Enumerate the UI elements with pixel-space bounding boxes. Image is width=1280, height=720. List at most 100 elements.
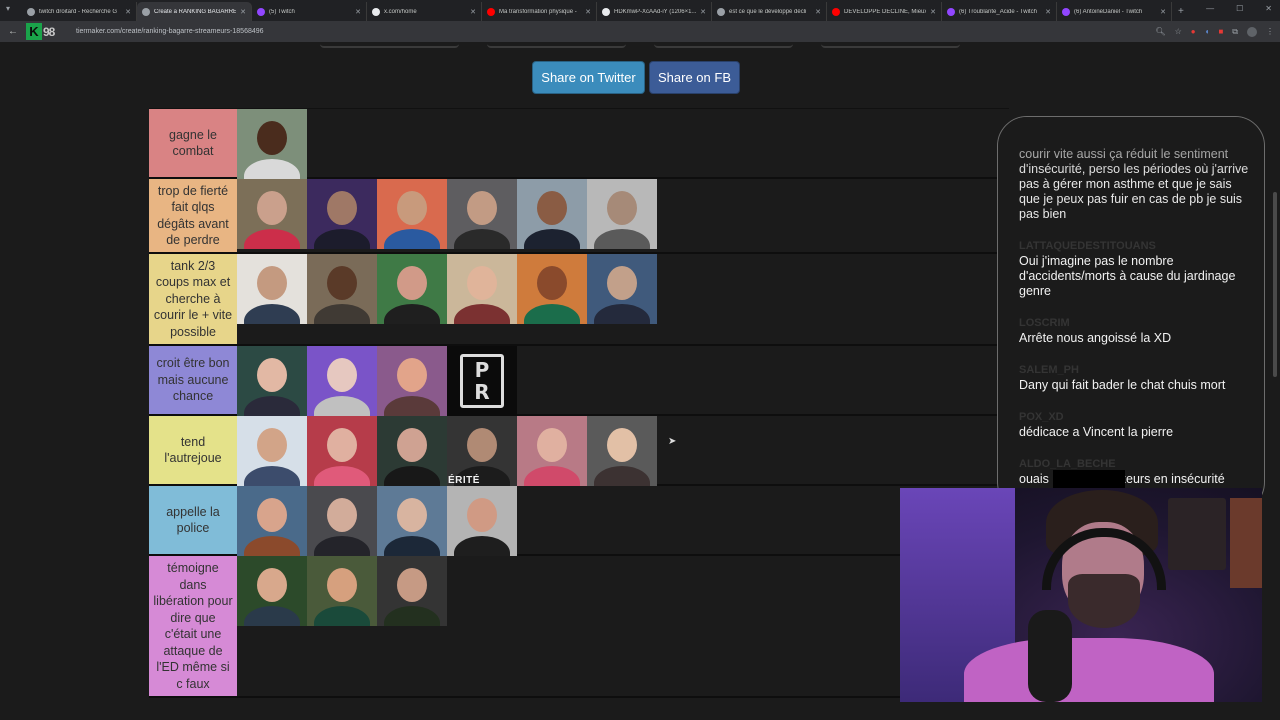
browser-tab[interactable]: Ma transformation physique - ✕ xyxy=(482,2,597,21)
chat-message: LOSCRIM Arrête nous angoissé la XD xyxy=(1019,317,1250,346)
tier-item-image[interactable] xyxy=(447,486,517,556)
chat-message: LATTAQUEDESTITOUANS Oui j'imagine pas le … xyxy=(1019,240,1250,299)
tab-favicon-icon xyxy=(142,7,150,16)
tab-close-icon[interactable]: ✕ xyxy=(240,8,246,16)
tier-item-image[interactable] xyxy=(377,254,447,324)
maximize-icon[interactable]: ☐ xyxy=(1236,4,1243,13)
tier-item-image[interactable] xyxy=(587,179,657,249)
browser-tab[interactable]: Create a RANKING BAGARRE ✕ xyxy=(137,2,252,21)
back-arrow-icon[interactable]: ← xyxy=(6,26,20,37)
tab-close-icon[interactable]: ✕ xyxy=(585,8,591,16)
tier-item-image[interactable] xyxy=(587,254,657,324)
tier-item-image[interactable] xyxy=(237,486,307,556)
bookmark-star-icon[interactable]: ☆ xyxy=(1175,27,1182,36)
portrait-body xyxy=(454,229,510,249)
chat-text: Dany qui fait bader le chat chuis mort xyxy=(1019,378,1226,392)
new-tab-button[interactable]: + xyxy=(1172,2,1190,21)
tab-close-icon[interactable]: ✕ xyxy=(930,8,936,16)
tab-search-icon[interactable]: ▾ xyxy=(6,4,16,14)
portrait-head xyxy=(607,428,637,462)
profile-avatar[interactable] xyxy=(1247,26,1257,37)
tier-label[interactable]: témoigne dans libération pour dire que c… xyxy=(149,556,237,696)
tier-item-image[interactable] xyxy=(237,109,307,179)
tier-item-image[interactable] xyxy=(447,254,517,324)
browser-tab[interactable]: (6) Troublante_Acide - Twitch ✕ xyxy=(942,2,1057,21)
zoom-icon[interactable]: 🔍︎ xyxy=(1155,27,1165,36)
tier-item-image[interactable] xyxy=(377,486,447,556)
chat-text: Arrête nous angoissé la XD xyxy=(1019,331,1172,345)
tab-title: x.com/home xyxy=(384,8,417,15)
tier-label[interactable]: trop de fierté fait qlqs dégâts avant de… xyxy=(149,179,237,252)
tier-item-image[interactable] xyxy=(237,556,307,626)
browser-tab[interactable]: DÉVELOPPÉ DÉCLINÉ, Mieux... ✕ xyxy=(827,2,942,21)
tier-item-image[interactable] xyxy=(307,416,377,486)
browser-tab[interactable]: twitch droitard - Recherche G ✕ xyxy=(22,2,137,21)
chat-fade xyxy=(998,117,1264,173)
tier-label[interactable]: tend l'autrejoue xyxy=(149,416,237,484)
tier-item-image[interactable] xyxy=(307,254,377,324)
tier-label[interactable]: gagne le combat xyxy=(149,109,237,177)
tier-item-image[interactable] xyxy=(377,179,447,249)
tier-item-image[interactable] xyxy=(517,179,587,249)
url-field[interactable]: tiermaker.com/create/ranking-bagarre-str… xyxy=(76,28,1149,35)
browser-tab[interactable]: est ce que le développé décli ✕ xyxy=(712,2,827,21)
tier-item-image[interactable] xyxy=(377,416,447,486)
tier-label[interactable]: appelle la police xyxy=(149,486,237,554)
tier-item-image[interactable] xyxy=(377,346,447,416)
extension-blue-icon[interactable]: ◖ xyxy=(1205,27,1210,36)
tier-label[interactable]: croit être bon mais aucune chance xyxy=(149,346,237,414)
chat-username: SALEM_PH xyxy=(1019,364,1079,376)
tier-item-image[interactable] xyxy=(237,179,307,249)
extension-record-icon[interactable]: ■ xyxy=(1218,27,1223,36)
browser-tab[interactable]: HDKmwP-XcAAd-iY (1206×1... ✕ xyxy=(597,2,712,21)
tier-label[interactable]: tank 2/3 coups max et cherche à courir l… xyxy=(149,254,237,344)
portrait-body xyxy=(384,606,440,626)
tab-favicon-icon xyxy=(832,7,840,16)
extension-red-icon[interactable]: ● xyxy=(1191,27,1196,36)
tier-item-image[interactable] xyxy=(307,556,377,626)
tier-item-image[interactable] xyxy=(237,254,307,324)
browser-tab[interactable]: (6) AntoineDaniel - Twitch ✕ xyxy=(1057,2,1172,21)
tier-item-image[interactable] xyxy=(237,416,307,486)
tier-item-image[interactable] xyxy=(447,179,517,249)
close-window-icon[interactable]: ✕ xyxy=(1265,4,1272,13)
tab-title: DÉVELOPPÉ DÉCLINÉ, Mieux... xyxy=(844,8,927,15)
tier-item-image[interactable] xyxy=(307,486,377,556)
chat-text: dédicace a Vincent la pierre xyxy=(1019,425,1174,439)
tier-row: croit être bon mais aucune chance P R xyxy=(149,346,1009,416)
portrait-body xyxy=(454,536,510,556)
tab-close-icon[interactable]: ✕ xyxy=(700,8,706,16)
tab-close-icon[interactable]: ✕ xyxy=(355,8,361,16)
browser-tab[interactable]: (5) Twitch ✕ xyxy=(252,2,367,21)
tab-close-icon[interactable]: ✕ xyxy=(125,8,131,16)
share-twitter-button[interactable]: Share on Twitter xyxy=(532,61,645,94)
extensions-puzzle-icon[interactable]: ⧉ xyxy=(1232,27,1238,37)
tab-close-icon[interactable]: ✕ xyxy=(470,8,476,16)
tab-close-icon[interactable]: ✕ xyxy=(1045,8,1051,16)
tier-items: ÉRITÉ xyxy=(237,416,657,486)
tier-item-image[interactable] xyxy=(237,346,307,416)
page-scrollbar[interactable] xyxy=(1273,192,1277,377)
tier-item-image[interactable] xyxy=(517,254,587,324)
tier-list: gagne le combat trop de fierté fait qlqs … xyxy=(149,108,1009,698)
tier-item-image[interactable] xyxy=(307,179,377,249)
portrait-body xyxy=(594,229,650,249)
tier-item-image[interactable]: ÉRITÉ xyxy=(447,416,517,486)
tab-close-icon[interactable]: ✕ xyxy=(1160,8,1166,16)
tab-close-icon[interactable]: ✕ xyxy=(815,8,821,16)
tier-item-image[interactable] xyxy=(307,346,377,416)
portrait-body xyxy=(244,159,300,179)
tier-item-image[interactable] xyxy=(517,416,587,486)
tab-title: twitch droitard - Recherche G xyxy=(39,8,118,15)
tier-item-image[interactable] xyxy=(377,556,447,626)
tier-item-image[interactable]: PR xyxy=(447,346,517,416)
browser-menu-icon[interactable]: ⋮ xyxy=(1266,27,1274,36)
browser-tab[interactable]: x.com/home ✕ xyxy=(367,2,482,21)
address-bar: ← K 98 tiermaker.com/create/ranking-baga… xyxy=(0,21,1280,42)
share-fb-button[interactable]: Share on FB xyxy=(649,61,740,94)
tier-item-image[interactable] xyxy=(587,416,657,486)
tab-title: (6) Troublante_Acide - Twitch xyxy=(959,8,1037,15)
minimize-icon[interactable]: — xyxy=(1206,4,1214,13)
tab-favicon-icon xyxy=(947,7,955,16)
tiermaker-logo[interactable]: K 98 xyxy=(26,23,70,40)
